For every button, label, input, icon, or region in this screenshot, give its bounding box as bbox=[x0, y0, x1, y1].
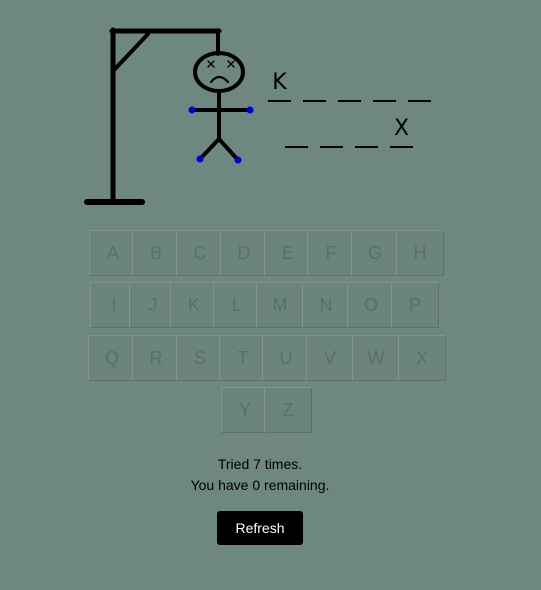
key-button[interactable]: A bbox=[89, 230, 137, 276]
figure-right-leg bbox=[217, 137, 240, 162]
letter-slot: K bbox=[268, 68, 291, 102]
key-button[interactable]: Z bbox=[264, 387, 312, 433]
letter-slot: X bbox=[390, 114, 413, 148]
key-button[interactable]: C bbox=[176, 230, 224, 276]
letter-slot bbox=[373, 68, 396, 102]
key-button[interactable]: M bbox=[256, 282, 304, 328]
key-button[interactable]: V bbox=[306, 335, 354, 381]
key-button[interactable]: N bbox=[302, 282, 350, 328]
tries-text: Tried 7 times. bbox=[217, 456, 303, 472]
key-button[interactable]: K bbox=[170, 282, 218, 328]
key-button[interactable]: E bbox=[264, 230, 312, 276]
letter-slot bbox=[408, 68, 431, 102]
letter-slot bbox=[338, 68, 361, 102]
frown-mouth bbox=[209, 75, 230, 84]
key-button[interactable]: S bbox=[176, 335, 224, 381]
letter-slot bbox=[355, 114, 378, 148]
figure-head bbox=[193, 51, 245, 93]
key-button[interactable]: D bbox=[220, 230, 268, 276]
key-button[interactable]: U bbox=[262, 335, 310, 381]
dead-eyes bbox=[207, 60, 235, 68]
key-button[interactable]: H bbox=[396, 230, 444, 276]
letter-slot bbox=[303, 68, 326, 102]
key-button[interactable]: L bbox=[213, 282, 261, 328]
gallows bbox=[84, 27, 222, 205]
key-button[interactable]: R bbox=[132, 335, 180, 381]
word-line-1: K bbox=[268, 68, 443, 102]
letter-slot bbox=[320, 114, 343, 148]
hangman-drawing bbox=[84, 27, 254, 205]
key-button[interactable]: P bbox=[391, 282, 439, 328]
key-button[interactable]: X bbox=[398, 335, 446, 381]
key-button[interactable]: O bbox=[347, 282, 395, 328]
word-line-2: X bbox=[285, 114, 425, 148]
key-button[interactable]: G bbox=[351, 230, 399, 276]
key-button[interactable]: F bbox=[307, 230, 355, 276]
key-button[interactable]: Y bbox=[221, 387, 269, 433]
stick-figure bbox=[191, 51, 251, 162]
key-button[interactable]: W bbox=[352, 335, 400, 381]
gallows-brace bbox=[112, 32, 150, 72]
letter-slot bbox=[285, 114, 308, 148]
key-button[interactable]: Q bbox=[88, 335, 136, 381]
refresh-button[interactable]: Refresh bbox=[217, 511, 303, 545]
remaining-text: You have 0 remaining. bbox=[190, 477, 330, 493]
key-button[interactable]: B bbox=[132, 230, 180, 276]
figure-left-leg bbox=[198, 137, 221, 161]
key-button[interactable]: T bbox=[219, 335, 267, 381]
